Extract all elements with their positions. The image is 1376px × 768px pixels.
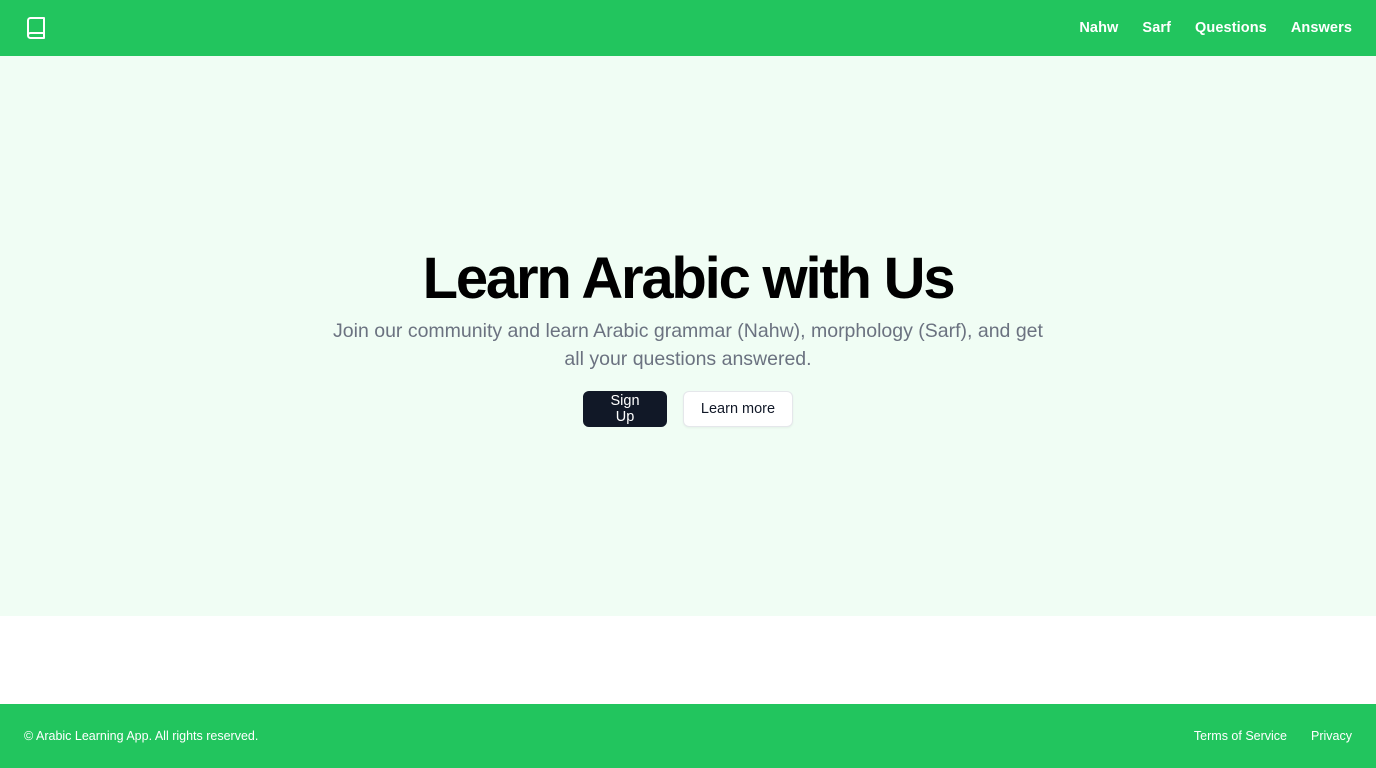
nav-link-questions[interactable]: Questions: [1195, 20, 1267, 36]
main-nav: Nahw Sarf Questions Answers: [1079, 20, 1352, 36]
page-footer: © Arabic Learning App. All rights reserv…: [0, 704, 1376, 768]
hero-actions: Sign Up Learn more: [583, 391, 793, 427]
privacy-link[interactable]: Privacy: [1311, 729, 1352, 743]
hero-section: Learn Arabic with Us Join our community …: [0, 56, 1376, 616]
terms-of-service-link[interactable]: Terms of Service: [1194, 729, 1287, 743]
nav-link-answers[interactable]: Answers: [1291, 20, 1352, 36]
sign-up-button[interactable]: Sign Up: [583, 391, 667, 427]
book-icon: [27, 17, 45, 39]
learn-more-button[interactable]: Learn more: [683, 391, 793, 427]
nav-link-sarf[interactable]: Sarf: [1142, 20, 1171, 36]
nav-link-nahw[interactable]: Nahw: [1079, 20, 1118, 36]
home-logo-link[interactable]: [24, 16, 48, 40]
hero-title: Learn Arabic with Us: [422, 246, 956, 311]
footer-links: Terms of Service Privacy: [1194, 729, 1352, 743]
copyright-text: © Arabic Learning App. All rights reserv…: [24, 729, 259, 743]
top-navbar: Nahw Sarf Questions Answers: [0, 0, 1376, 56]
hero-subtitle: Join our community and learn Arabic gram…: [333, 320, 1043, 370]
